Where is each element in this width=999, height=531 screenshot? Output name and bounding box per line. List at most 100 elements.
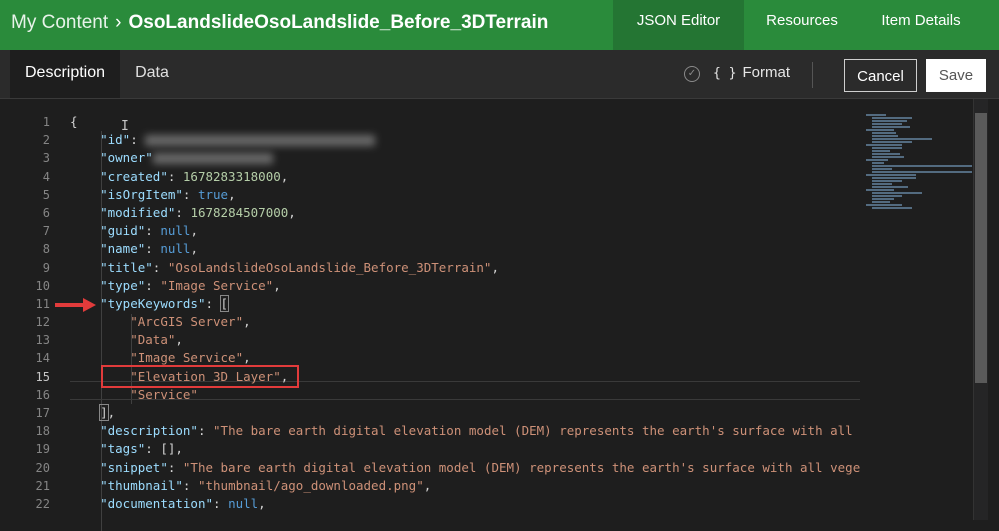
minimap-line [872, 141, 912, 143]
minimap-line [872, 150, 890, 152]
breadcrumb-my-content[interactable]: My Content [11, 12, 108, 33]
line-number: 18 [35, 424, 50, 439]
code-line[interactable]: "guid": null, [70, 222, 860, 240]
code-line[interactable]: ], [70, 404, 860, 422]
code-token: "ArcGIS Server" [130, 314, 244, 330]
code-token: 1678284507000 [190, 204, 289, 220]
line-number: 20 [35, 460, 50, 475]
code-token: , [280, 168, 289, 184]
redacted-value [145, 135, 376, 147]
code-line[interactable]: "Data", [70, 331, 860, 349]
code-token: "snippet" [100, 459, 168, 475]
code-token: : [175, 204, 191, 220]
code-line[interactable]: "thumbnail": "thumbnail/ago_downloaded.p… [70, 477, 860, 495]
scrollbar-thumb[interactable] [975, 113, 987, 383]
code-token: "tags" [100, 441, 146, 457]
code-token: ] [99, 404, 109, 421]
code-token: "Service" [130, 386, 198, 402]
code-token: null [228, 495, 259, 511]
minimap-line [866, 129, 894, 131]
minimap-line [872, 138, 932, 140]
tab-json-editor[interactable]: JSON Editor [613, 0, 744, 50]
code-token: "modified" [100, 204, 176, 220]
code-line[interactable]: "tags": [], [70, 440, 860, 458]
code-line[interactable]: { [70, 113, 860, 131]
code-line[interactable]: "type": "Image Service", [70, 277, 860, 295]
minimap-line [866, 144, 902, 146]
save-button[interactable]: Save [926, 59, 986, 92]
line-number: 8 [42, 242, 50, 257]
code-token: , [273, 277, 281, 293]
code-line[interactable]: "title": "OsoLandslideOsoLandslide_Befor… [70, 259, 860, 277]
line-number: 10 [35, 278, 50, 293]
text-cursor-icon: I [121, 119, 129, 134]
code-line[interactable]: "id": [70, 131, 860, 149]
json-code-editor[interactable]: 1 2 3 4 5 6 7 8 9 10 11 12 13 14 15 16 17 18 19 20 21 22 { "i… [0, 99, 999, 531]
code-line[interactable]: "owner" [70, 149, 860, 167]
code-line[interactable]: "documentation": null, [70, 495, 860, 513]
code-token: : [182, 186, 198, 202]
code-token: , [258, 495, 266, 511]
minimap-line [872, 183, 892, 185]
minimap-line [866, 114, 886, 116]
code-token: : [145, 441, 161, 457]
minimap-line [872, 171, 972, 173]
minimap-line [866, 174, 916, 176]
code-content[interactable]: { "id": "owner" "created": 1678283318000… [70, 113, 860, 513]
minimap-line [872, 162, 884, 164]
line-number: 21 [35, 478, 50, 493]
code-line[interactable]: "typeKeywords": [ [70, 294, 860, 313]
code-line[interactable]: "Service" [70, 386, 860, 404]
line-number: 3 [42, 151, 50, 166]
code-token: null [160, 223, 191, 239]
code-line[interactable]: "created": 1678283318000, [70, 168, 860, 186]
line-number: 15 [35, 369, 50, 384]
code-line[interactable]: "ArcGIS Server", [70, 313, 860, 331]
code-line[interactable]: "name": null, [70, 240, 860, 258]
code-token: "isOrgItem" [100, 186, 183, 202]
minimap-line [872, 207, 912, 209]
cancel-button[interactable]: Cancel [844, 59, 917, 92]
minimap[interactable] [866, 113, 976, 243]
minimap-line [872, 120, 907, 122]
code-line[interactable]: "snippet": "The bare earth digital eleva… [70, 459, 860, 477]
code-token: "The bare earth digital elevation model … [182, 459, 860, 475]
page-title: OsoLandslideOsoLandslide_Before_3DTerrai… [128, 12, 549, 33]
code-line[interactable]: "description": "The bare earth digital e… [70, 422, 860, 440]
format-label: Format [742, 64, 790, 81]
code-line[interactable]: "isOrgItem": true, [70, 186, 860, 204]
code-token: "title" [100, 259, 153, 275]
breadcrumb: My Content › OsoLandslideOsoLandslide_Befo… [11, 12, 548, 34]
code-token: , [190, 223, 198, 239]
braces-icon: { } [713, 66, 737, 81]
redacted-value [152, 153, 273, 165]
line-number: 5 [42, 187, 50, 202]
minimap-line [872, 165, 972, 167]
format-button[interactable]: { } Format [713, 64, 790, 81]
minimap-line [872, 177, 916, 179]
tab-description[interactable]: Description [10, 50, 120, 98]
code-token: : [197, 423, 214, 439]
code-line[interactable]: "modified": 1678284507000, [70, 204, 860, 222]
minimap-line [872, 198, 894, 200]
tab-data[interactable]: Data [125, 50, 179, 98]
check-circle-icon[interactable]: ✓ [684, 66, 700, 82]
code-token: "created" [100, 168, 168, 184]
tab-item-details[interactable]: Item Details [862, 0, 980, 50]
annotation-highlight-box [101, 365, 299, 388]
code-token: , [491, 259, 499, 275]
line-number: 13 [35, 333, 50, 348]
code-token: : [205, 295, 221, 311]
tab-resources[interactable]: Resources [752, 0, 852, 50]
minimap-line [872, 126, 910, 128]
minimap-line [872, 156, 904, 158]
